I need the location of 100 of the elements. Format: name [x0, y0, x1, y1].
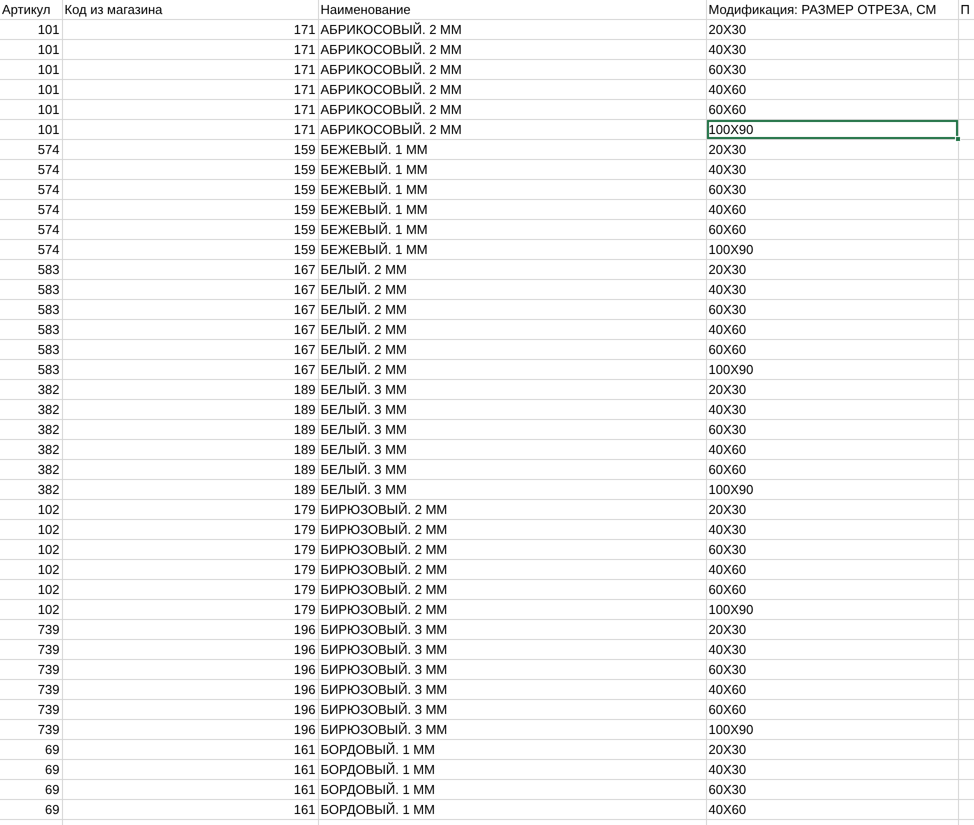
table-cell: 101	[0, 120, 62, 140]
table-cell: БЕЖЕВЫЙ. 1 ММ	[318, 160, 706, 180]
table-cell: БЕЛЫЙ. 2 ММ	[318, 320, 706, 340]
table-cell: АБРИКОСОВЫЙ. 2 ММ	[318, 100, 706, 120]
table-cell: АБРИКОСОВЫЙ. 2 ММ	[318, 80, 706, 100]
table-cell: 574	[0, 140, 62, 160]
table-cell[interactable]: 60X30	[706, 660, 958, 680]
table-cell[interactable]: 100X90	[706, 480, 958, 500]
table-cell[interactable]: 40X30	[706, 520, 958, 540]
table-cell[interactable]: 40X30	[706, 280, 958, 300]
table-cell: 189	[62, 440, 318, 460]
table-cell: 574	[0, 160, 62, 180]
table-cell[interactable]: 100X90	[706, 240, 958, 260]
table-cell[interactable]: 100X90	[706, 600, 958, 620]
table-cell[interactable]: 60X60	[706, 100, 958, 120]
table-cell: БЕЖЕВЫЙ. 1 ММ	[318, 140, 706, 160]
table-cell: 382	[0, 440, 62, 460]
table-cell[interactable]: 60X30	[706, 180, 958, 200]
table-cell[interactable]: 40X30	[706, 760, 958, 780]
table-cell: БЕЛЫЙ. 2 ММ	[318, 360, 706, 380]
table-cell: 102	[0, 540, 62, 560]
table-cell: 69	[0, 780, 62, 800]
table-cell: 739	[0, 700, 62, 720]
table-cell[interactable]: 100X90	[706, 360, 958, 380]
table-cell: 101	[0, 60, 62, 80]
table-cell: БОРДОВЫЙ. 1 ММ	[318, 780, 706, 800]
table-cell[interactable]: 100X90	[706, 720, 958, 740]
table-cell: БЕЛЫЙ. 3 ММ	[318, 440, 706, 460]
table-cell: БОРДОВЫЙ. 1 ММ	[318, 800, 706, 820]
table-cell: 196	[62, 700, 318, 720]
table-cell: БИРЮЗОВЫЙ. 3 ММ	[318, 640, 706, 660]
table-cell: 382	[0, 460, 62, 480]
table-cell: 189	[62, 460, 318, 480]
table-cell: 159	[62, 180, 318, 200]
table-cell: БИРЮЗОВЫЙ. 3 ММ	[318, 700, 706, 720]
table-cell[interactable]: 20X30	[706, 380, 958, 400]
table-cell: 196	[62, 620, 318, 640]
table-cell[interactable]: 60X30	[706, 60, 958, 80]
fill-handle[interactable]	[954, 136, 960, 142]
table-cell: БЕЛЫЙ. 2 ММ	[318, 260, 706, 280]
table-cell[interactable]: 100X90	[706, 120, 958, 140]
table-cell[interactable]: 40X60	[706, 440, 958, 460]
table-cell: 159	[62, 220, 318, 240]
table-cell[interactable]: 60X60	[706, 220, 958, 240]
table-cell: 159	[62, 200, 318, 220]
table-cell: БИРЮЗОВЫЙ. 3 ММ	[318, 660, 706, 680]
table-cell: 171	[62, 60, 318, 80]
table-cell[interactable]: 60X30	[706, 300, 958, 320]
table-cell: 189	[62, 420, 318, 440]
table-cell: 171	[62, 20, 318, 40]
table-cell: БИРЮЗОВЫЙ. 2 ММ	[318, 540, 706, 560]
table-cell[interactable]: 40X30	[706, 160, 958, 180]
table-cell: 102	[0, 500, 62, 520]
table-cell: 171	[62, 40, 318, 60]
table-cell[interactable]: 20X30	[706, 740, 958, 760]
table-cell[interactable]: 20X30	[706, 20, 958, 40]
table-cell: 171	[62, 120, 318, 140]
table-cell[interactable]: 60X30	[706, 540, 958, 560]
table-cell[interactable]: 20X30	[706, 260, 958, 280]
table-cell[interactable]: 40X30	[706, 640, 958, 660]
table-cell: 69	[0, 760, 62, 780]
table-cell: 196	[62, 660, 318, 680]
table-cell[interactable]: 20X30	[706, 140, 958, 160]
table-cell: БЕЖЕВЫЙ. 1 ММ	[318, 220, 706, 240]
table-cell: 179	[62, 560, 318, 580]
table-cell[interactable]: 40X60	[706, 800, 958, 820]
table-cell: 161	[62, 780, 318, 800]
table-cell[interactable]: 60X60	[706, 460, 958, 480]
table-cell[interactable]: 60X30	[706, 420, 958, 440]
table-cell[interactable]: 60X60	[706, 700, 958, 720]
table-cell[interactable]: 60X60	[706, 340, 958, 360]
table-cell[interactable]: 60X30	[706, 780, 958, 800]
table-cell: 167	[62, 280, 318, 300]
table-cell: 101	[0, 100, 62, 120]
table-cell[interactable]: 40X60	[706, 200, 958, 220]
table-cell: БЕЛЫЙ. 2 ММ	[318, 340, 706, 360]
table-cell[interactable]: 40X60	[706, 320, 958, 340]
table-cell[interactable]: 40X30	[706, 400, 958, 420]
table-cell[interactable]: 40X60	[706, 80, 958, 100]
table-cell: 167	[62, 320, 318, 340]
table-cell[interactable]: 60X60	[706, 580, 958, 600]
table-cell: 196	[62, 680, 318, 700]
table-cell: БИРЮЗОВЫЙ. 2 ММ	[318, 500, 706, 520]
column-header: Модификация: РАЗМЕР ОТРЕЗА, СМ	[706, 0, 958, 20]
column-header: Наименование	[318, 0, 706, 20]
table-cell: БЕЛЫЙ. 2 ММ	[318, 280, 706, 300]
table-cell: 583	[0, 340, 62, 360]
table-cell: 161	[62, 740, 318, 760]
table-cell[interactable]: 20X30	[706, 500, 958, 520]
table-cell: БЕЛЫЙ. 2 ММ	[318, 300, 706, 320]
table-cell: 583	[0, 280, 62, 300]
column-header: Артикул	[0, 0, 62, 20]
table-cell[interactable]: 20X30	[706, 620, 958, 640]
table-cell[interactable]: 40X30	[706, 40, 958, 60]
table-cell: БИРЮЗОВЫЙ. 2 ММ	[318, 600, 706, 620]
table-cell[interactable]: 40X60	[706, 560, 958, 580]
table-cell: АБРИКОСОВЫЙ. 2 ММ	[318, 120, 706, 140]
table-cell: 574	[0, 220, 62, 240]
table-cell[interactable]: 40X60	[706, 680, 958, 700]
table-cell: 161	[62, 760, 318, 780]
